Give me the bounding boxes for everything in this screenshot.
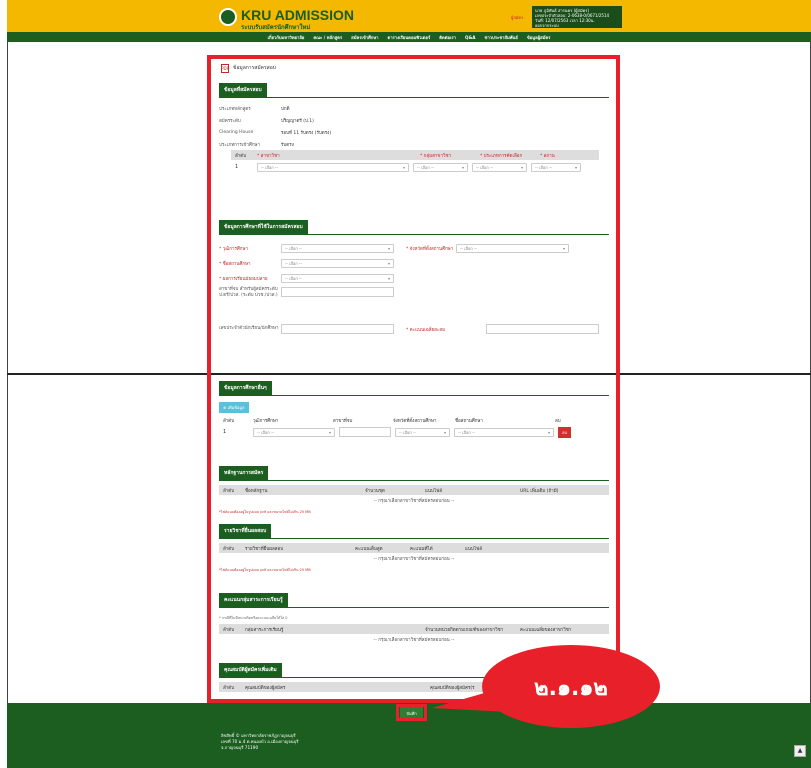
nav-schedule[interactable]: ตารางเรียนคอมพิวเตอร์ bbox=[387, 34, 430, 41]
nav-applicant[interactable]: ข้อมูลผู้สมัคร bbox=[527, 34, 551, 41]
nav-news[interactable]: ข่าวประชาสัมพันธ์ bbox=[484, 34, 517, 41]
user-info-box: นาย ภูมิพันธ์ สารนคร (ผู้สมัคร) เลขประจำ… bbox=[532, 6, 622, 28]
highlight-box bbox=[207, 55, 620, 703]
main-nav: เกี่ยวกับมหาวิทยาลัย คณะ / หลักสูตร สมัค… bbox=[7, 32, 811, 42]
scroll-top-icon[interactable]: ▲ bbox=[794, 745, 806, 757]
nav-qa[interactable]: Q&A bbox=[465, 35, 475, 40]
nav-contact[interactable]: ติดต่อเรา bbox=[439, 34, 456, 41]
page: KRU ADMISSION ระบบรับสมัครนักศึกษาใหม่ ผ… bbox=[0, 0, 811, 768]
site-title[interactable]: KRU ADMISSION bbox=[241, 7, 354, 23]
site-subtitle: ระบบรับสมัครนักศึกษาใหม่ bbox=[241, 24, 311, 31]
callout-label: ๒.๑.๑๒ bbox=[534, 676, 608, 701]
header-banner bbox=[7, 0, 811, 32]
footer-text: ลิขสิทธิ์ © มหาวิทยาลัยราชภัฏกาญจนบุรี เ… bbox=[221, 733, 299, 751]
university-logo-icon[interactable] bbox=[219, 8, 237, 26]
logout-link[interactable]: ออกจากระบบ bbox=[535, 23, 619, 28]
footer-province: จ.กาญจนบุรี 71190 bbox=[221, 745, 259, 750]
nav-apply[interactable]: สมัครเข้าศึกษา bbox=[351, 34, 378, 41]
nav-about[interactable]: เกี่ยวกับมหาวิทยาลัย bbox=[268, 34, 305, 41]
nav-faculty[interactable]: คณะ / หลักสูตร bbox=[313, 34, 342, 41]
user-role: ผู้สมัคร bbox=[511, 15, 524, 20]
